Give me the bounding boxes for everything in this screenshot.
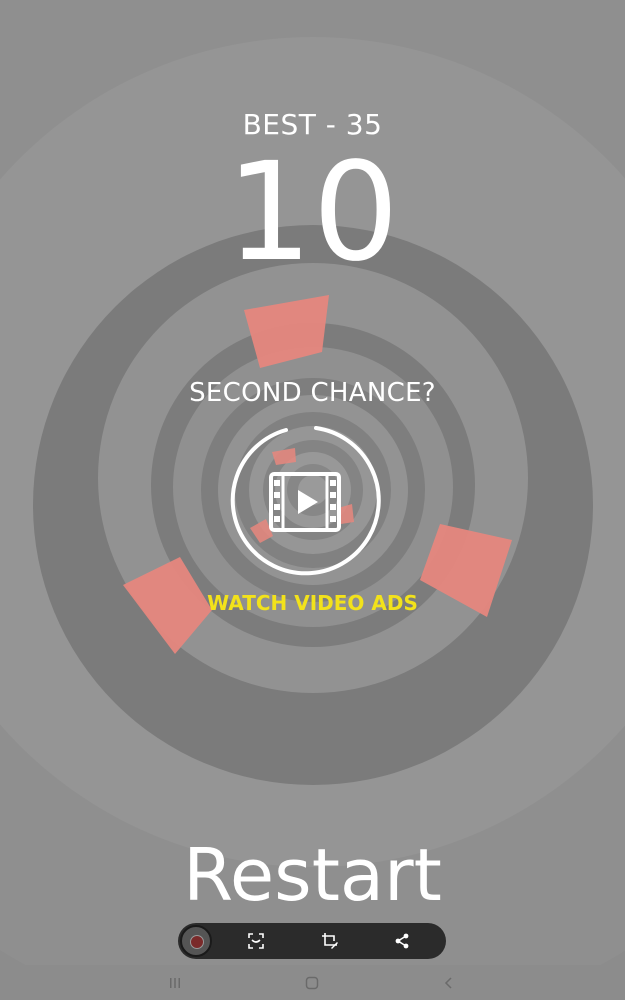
- watch-video-ads-link[interactable]: WATCH VIDEO ADS: [0, 591, 625, 615]
- recents-icon[interactable]: [160, 971, 190, 995]
- share-icon[interactable]: [388, 927, 416, 955]
- scan-icon[interactable]: [242, 927, 270, 955]
- home-icon[interactable]: [297, 971, 327, 995]
- current-score: 10: [225, 134, 400, 292]
- watch-video-button[interactable]: [228, 424, 382, 578]
- back-icon[interactable]: [434, 971, 464, 995]
- film-play-icon: [269, 472, 341, 532]
- second-chance-title: SECOND CHANCE?: [189, 378, 436, 408]
- system-nav-bar: [0, 965, 625, 1000]
- screenshot-toolbar: [178, 923, 446, 959]
- capture-thumbnail[interactable]: [180, 925, 212, 957]
- restart-button[interactable]: Restart: [0, 832, 625, 918]
- crop-edit-icon[interactable]: [316, 927, 344, 955]
